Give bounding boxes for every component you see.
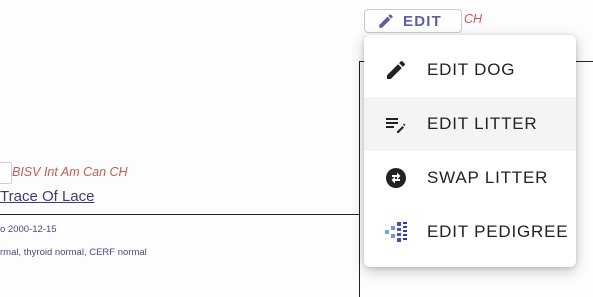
dog-name-link[interactable]: Trace Of Lace — [0, 188, 94, 205]
menu-item-swap-litter[interactable]: SWAP LITTER — [364, 151, 576, 205]
menu-item-label: EDIT LITTER — [427, 114, 538, 133]
edit-button-label: EDIT — [403, 12, 442, 30]
menu-item-edit-dog[interactable]: EDIT DOG — [364, 43, 576, 97]
birth-date-text: o 2000-12-15 — [0, 224, 57, 235]
ch-title-text: CH — [464, 12, 483, 26]
menu-item-label: SWAP LITTER — [427, 168, 549, 187]
menu-item-label: EDIT PEDIGREE — [427, 222, 569, 241]
menu-item-label: EDIT DOG — [427, 60, 516, 79]
pedigree-icon — [384, 220, 408, 244]
swap-icon — [384, 166, 408, 190]
menu-item-edit-pedigree[interactable]: EDIT PEDIGREE — [364, 205, 576, 259]
health-text: rmal, thyroid normal, CERF normal — [0, 247, 147, 258]
background-checkbox[interactable] — [0, 162, 12, 184]
edit-menu: EDIT DOG EDIT LITTER SWAP LITTER EDIT PE… — [364, 35, 576, 267]
edit-button[interactable]: EDIT — [364, 9, 462, 33]
list-edit-icon — [384, 112, 408, 136]
pencil-icon — [379, 14, 393, 28]
pedigree-line-vertical — [359, 61, 360, 297]
divider — [0, 214, 360, 215]
pencil-icon — [384, 58, 408, 82]
dog-titles-text: BISV Int Am Can CH — [12, 165, 128, 179]
menu-item-edit-litter[interactable]: EDIT LITTER — [364, 97, 576, 151]
